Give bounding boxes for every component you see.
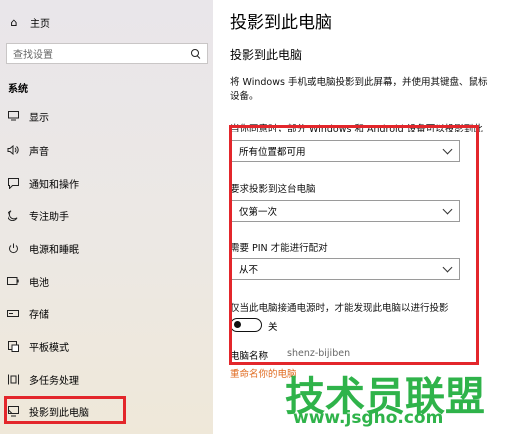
monitor-icon (7, 109, 19, 123)
sidebar-item-label: 电源和睡眠 (29, 244, 79, 256)
sidebar-item-storage[interactable]: 存储 (0, 303, 213, 323)
description-line: 设备。 (230, 91, 259, 102)
page-title: 投影到此电脑 (230, 13, 332, 33)
watermark: 技术员联盟 www.jsgho.com (285, 364, 515, 434)
storage-icon (7, 306, 19, 320)
search-input[interactable]: 查找设置 (13, 46, 53, 61)
sidebar-item-label: 平板模式 (29, 342, 69, 354)
section-subtitle: 投影到此电脑 (230, 48, 303, 62)
home-icon: ⌂ (10, 15, 18, 29)
moon-icon (7, 208, 19, 222)
speaker-icon (7, 143, 19, 157)
sidebar-item-notifications[interactable]: 通知和操作 (0, 173, 213, 193)
sidebar-item-label: 声音 (29, 146, 49, 158)
home-label: 主页 (30, 18, 50, 30)
description: 将 Windows 手机或电脑投影到此屏幕，并使用其键盘、鼠标 设备。 (230, 76, 515, 104)
sidebar-item-label: 专注助手 (29, 211, 69, 223)
sidebar-item-tablet-mode[interactable]: 平板模式 (0, 336, 213, 356)
sidebar: ⌂ 主页 查找设置 系统 显示 声音 通知和操作 专注助手 电源和睡眠 电池 存… (0, 0, 213, 434)
home-link[interactable]: ⌂ 主页 (8, 14, 51, 30)
battery-icon (7, 274, 19, 288)
notification-icon (7, 176, 19, 190)
multitask-icon (7, 372, 19, 386)
power-icon (7, 241, 19, 255)
sidebar-item-label: 存储 (29, 309, 49, 321)
sidebar-item-label: 多任务处理 (29, 375, 79, 387)
search-icon[interactable] (191, 48, 201, 59)
sidebar-item-multitasking[interactable]: 多任务处理 (0, 369, 213, 389)
section-title: 系统 (8, 84, 28, 95)
search-box[interactable]: 查找设置 (6, 43, 208, 64)
description-line: 将 Windows 手机或电脑投影到此屏幕，并使用其键盘、鼠标 (230, 77, 488, 88)
watermark-url: www.jsgho.com (293, 408, 444, 428)
settings-highlight-box (229, 125, 479, 365)
sidebar-item-label: 电池 (29, 277, 49, 289)
sidebar-item-label: 显示 (29, 112, 49, 124)
sidebar-item-power[interactable]: 电源和睡眠 (0, 238, 213, 258)
sidebar-item-sound[interactable]: 声音 (0, 140, 213, 160)
tablet-icon (7, 339, 19, 353)
sidebar-item-focus-assist[interactable]: 专注助手 (0, 205, 213, 225)
sidebar-item-battery[interactable]: 电池 (0, 271, 213, 291)
sidebar-highlight-box (4, 396, 126, 424)
sidebar-item-display[interactable]: 显示 (0, 106, 213, 126)
sidebar-item-label: 通知和操作 (29, 179, 79, 191)
